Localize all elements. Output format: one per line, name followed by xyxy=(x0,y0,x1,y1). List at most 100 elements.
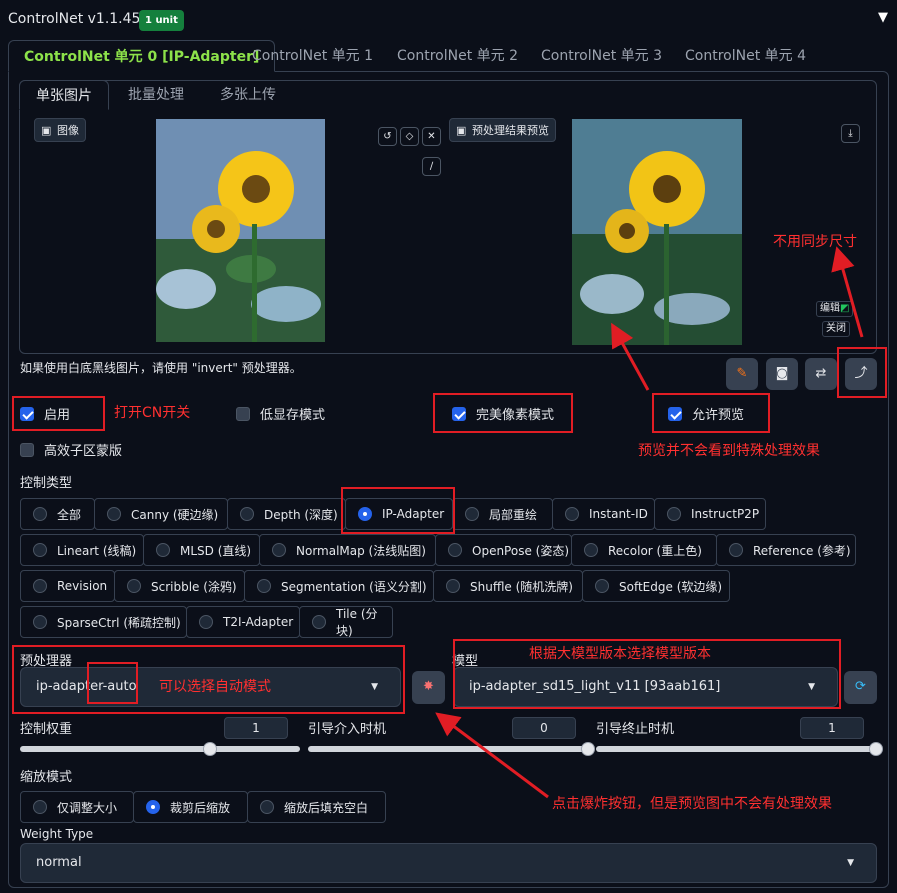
radio-dot xyxy=(260,800,274,814)
swap-button[interactable]: ⇄ xyxy=(805,358,837,390)
invert-hint: 如果使用白底黑线图片，请使用 "invert" 预处理器。 xyxy=(20,361,302,375)
radio-resize-fill[interactable]: 缩放后填充空白 xyxy=(247,791,386,823)
control-type-label: 控制类型 xyxy=(20,476,73,491)
annotation-box-sync-button xyxy=(837,347,887,398)
radio-dot xyxy=(448,543,462,557)
brush-icon[interactable]: ∕ xyxy=(422,157,441,176)
download-icon[interactable]: ⤓ xyxy=(841,124,860,143)
radio-t2i-adapter[interactable]: T2I-Adapter xyxy=(186,606,300,638)
radio-label: 局部重绘 xyxy=(489,507,538,522)
radio-shuffle[interactable]: Shuffle (随机洗牌) xyxy=(433,570,583,602)
radio-label: NormalMap (法线贴图) xyxy=(296,543,426,558)
input-image[interactable] xyxy=(156,119,325,342)
weight-type-select[interactable]: normal ▼ xyxy=(20,843,877,883)
weight-number-input[interactable]: 1 xyxy=(224,717,288,739)
radio-depth[interactable]: Depth (深度) xyxy=(227,498,346,530)
radio-lineart[interactable]: Lineart (线稿) xyxy=(20,534,144,566)
radio-just-resize[interactable]: 仅调整大小 xyxy=(20,791,134,823)
eraser-icon[interactable]: ◇ xyxy=(400,127,419,146)
refresh-models-button[interactable]: ⟳ xyxy=(844,671,877,704)
radio-dot xyxy=(446,579,460,593)
start-label: 引导介入时机 xyxy=(308,722,387,737)
radio-label: Canny (硬边缘) xyxy=(131,507,219,522)
radio-crop-resize[interactable]: 裁剪后缩放 xyxy=(133,791,248,823)
radio-dot xyxy=(107,507,121,521)
radio-revision[interactable]: Revision xyxy=(20,570,115,602)
end-label: 引导终止时机 xyxy=(596,722,675,737)
undo-icon[interactable]: ↺ xyxy=(378,127,397,146)
radio-sparsectrl[interactable]: SparseCtrl (稀疏控制) xyxy=(20,606,187,638)
collapse-triangle-icon[interactable]: ▼ xyxy=(878,10,888,25)
end-slider-track[interactable] xyxy=(596,746,876,752)
radio-all[interactable]: 全部 xyxy=(20,498,95,530)
annotation-box-pixel-perfect xyxy=(433,393,573,433)
radio-label: 缩放后填充空白 xyxy=(284,800,369,815)
radio-segmentation[interactable]: Segmentation (语义分割) xyxy=(244,570,434,602)
radio-canny[interactable]: Canny (硬边缘) xyxy=(94,498,228,530)
low-vram-label: 低显存模式 xyxy=(260,408,326,423)
start-number-input[interactable]: 0 xyxy=(512,717,576,739)
radio-reference[interactable]: Reference (参考) xyxy=(716,534,856,566)
annotation-preview-note: 预览并不会看到特殊处理效果 xyxy=(638,443,820,459)
close-icon[interactable]: ✕ xyxy=(422,127,441,146)
camera-button[interactable]: ◙ xyxy=(766,358,798,390)
radio-label: SparseCtrl (稀疏控制) xyxy=(57,615,181,630)
radio-dot xyxy=(33,507,47,521)
image-label: ▣ 图像 xyxy=(34,118,86,142)
radio-normalmap[interactable]: NormalMap (法线贴图) xyxy=(259,534,436,566)
edit-image-button[interactable]: ✎ xyxy=(726,358,758,390)
edit-icon: ◩ xyxy=(840,303,850,314)
tab-single-image[interactable]: 单张图片 xyxy=(19,80,109,110)
end-slider-thumb[interactable] xyxy=(869,742,883,756)
radio-dot xyxy=(584,543,598,557)
radio-label: Shuffle (随机洗牌) xyxy=(470,579,573,594)
tab-unit-0[interactable]: ControlNet 单元 0 [IP-Adapter] xyxy=(8,40,276,72)
weight-slider-track[interactable] xyxy=(20,746,300,752)
refresh-icon: ⟳ xyxy=(855,679,866,694)
tab-unit-3[interactable]: ControlNet 单元 3 xyxy=(541,40,662,72)
low-vram-checkbox[interactable]: 低显存模式 xyxy=(236,404,325,423)
swap-arrows-icon: ⇄ xyxy=(815,366,827,381)
radio-label: 裁剪后缩放 xyxy=(170,800,231,815)
end-number-input[interactable]: 1 xyxy=(800,717,864,739)
efficient-mask-label: 高效子区蒙版 xyxy=(44,444,123,459)
radio-dot xyxy=(33,615,47,629)
tab-unit-2[interactable]: ControlNet 单元 2 xyxy=(397,40,518,72)
radio-dot xyxy=(33,543,47,557)
image-panel xyxy=(19,80,877,354)
checkbox-unchecked xyxy=(20,442,34,457)
preview-label: ▣ 预处理结果预览 xyxy=(449,118,556,142)
radio-dot xyxy=(156,543,170,557)
start-slider-track[interactable] xyxy=(308,746,588,752)
radio-inpaint[interactable]: 局部重绘 xyxy=(452,498,553,530)
close-preview-button[interactable]: 关闭 xyxy=(822,321,850,337)
start-slider-thumb[interactable] xyxy=(581,742,595,756)
tab-multi-upload[interactable]: 多张上传 xyxy=(220,80,276,110)
image-icon: ▣ xyxy=(456,124,467,137)
radio-dot xyxy=(667,507,681,521)
radio-instructp2p[interactable]: InstructP2P xyxy=(654,498,766,530)
edit-button[interactable]: 编辑◩ xyxy=(816,301,854,317)
accordion-header[interactable]: ControlNet v1.1.455 1 unit ▼ xyxy=(0,0,897,38)
annotation-enable-cn: 打开CN开关 xyxy=(114,405,191,421)
radio-dot xyxy=(240,507,254,521)
tab-batch[interactable]: 批量处理 xyxy=(128,80,184,110)
radio-softedge[interactable]: SoftEdge (软边缘) xyxy=(582,570,730,602)
efficient-mask-checkbox[interactable]: 高效子区蒙版 xyxy=(20,440,122,459)
radio-label: MLSD (直线) xyxy=(180,543,252,558)
run-preprocessor-button[interactable]: ✸ xyxy=(412,671,445,704)
annotation-box-ip-adapter xyxy=(341,487,455,534)
radio-dot xyxy=(33,800,47,814)
radio-mlsd[interactable]: MLSD (直线) xyxy=(143,534,260,566)
annotation-box-auto xyxy=(87,662,138,704)
radio-openpose[interactable]: OpenPose (姿态) xyxy=(435,534,572,566)
radio-scribble[interactable]: Scribble (涂鸦) xyxy=(114,570,245,602)
radio-instant-id[interactable]: Instant-ID xyxy=(552,498,655,530)
tab-unit-1[interactable]: ControlNet 单元 1 xyxy=(252,40,373,72)
radio-label: Revision xyxy=(57,579,108,593)
preview-label-text: 预处理结果预览 xyxy=(472,124,549,137)
radio-recolor[interactable]: Recolor (重上色) xyxy=(571,534,717,566)
radio-tile[interactable]: Tile (分块) xyxy=(299,606,393,638)
radio-label: T2I-Adapter xyxy=(223,615,294,629)
tab-unit-4[interactable]: ControlNet 单元 4 xyxy=(685,40,806,72)
